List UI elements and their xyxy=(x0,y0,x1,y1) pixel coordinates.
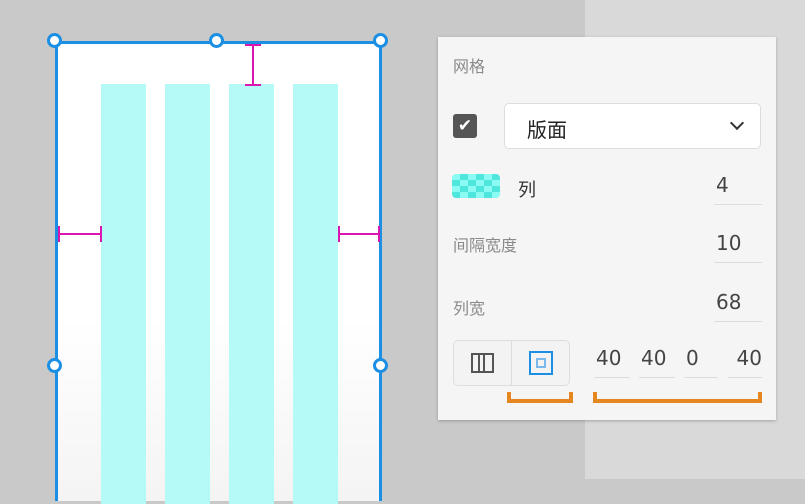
resize-handle-top[interactable] xyxy=(209,33,224,48)
grid-enabled-checkbox[interactable]: ✔ xyxy=(453,114,477,138)
columns-label: 列 xyxy=(518,180,536,201)
grid-column xyxy=(165,84,210,504)
right-margin-marker-cap xyxy=(378,226,380,242)
left-margin-marker-cap xyxy=(100,226,102,242)
individual-margins-button[interactable] xyxy=(512,341,569,385)
grid-column xyxy=(229,84,274,504)
grid-column xyxy=(293,84,338,504)
column-width-label: 列宽 xyxy=(453,299,486,318)
left-margin-marker xyxy=(58,233,101,235)
margin-bottom-input[interactable]: 0 xyxy=(684,346,718,378)
left-margin-marker-cap xyxy=(58,226,60,242)
grid-column xyxy=(101,84,146,504)
resize-handle-right[interactable] xyxy=(373,358,388,373)
annotation-bracket xyxy=(507,392,573,403)
resize-handle-top-right[interactable] xyxy=(373,33,388,48)
layout-dropdown-value: 版面 xyxy=(527,118,567,142)
layout-dropdown[interactable]: 版面 xyxy=(504,103,761,149)
grid-color-swatch[interactable] xyxy=(452,174,500,198)
right-margin-marker xyxy=(338,233,380,235)
columns-input[interactable]: 4 xyxy=(714,173,762,205)
annotation-bracket xyxy=(593,392,762,403)
grid-panel: 网格 ✔ 版面 列 4 间隔宽度 10 列宽 68 40 40 0 40 xyxy=(438,37,776,420)
gutter-input[interactable]: 10 xyxy=(714,231,762,263)
artboard[interactable] xyxy=(55,41,382,504)
column-width-input[interactable]: 68 xyxy=(714,290,762,322)
margin-left-input[interactable]: 40 xyxy=(728,346,762,378)
resize-handle-left[interactable] xyxy=(47,358,62,373)
margin-right-input[interactable]: 40 xyxy=(639,346,675,378)
chevron-down-icon xyxy=(729,115,745,131)
margin-top-input[interactable]: 40 xyxy=(594,346,630,378)
margin-box-icon xyxy=(528,351,553,375)
right-margin-marker-cap xyxy=(338,226,340,242)
linked-margins-button[interactable] xyxy=(454,341,512,385)
gutter-label: 间隔宽度 xyxy=(453,236,518,255)
columns-icon xyxy=(471,353,494,373)
top-margin-marker-cap xyxy=(245,84,261,86)
panel-title: 网格 xyxy=(453,57,486,76)
top-margin-marker xyxy=(252,44,254,86)
top-margin-marker-cap xyxy=(245,44,261,46)
resize-handle-top-left[interactable] xyxy=(47,33,62,48)
